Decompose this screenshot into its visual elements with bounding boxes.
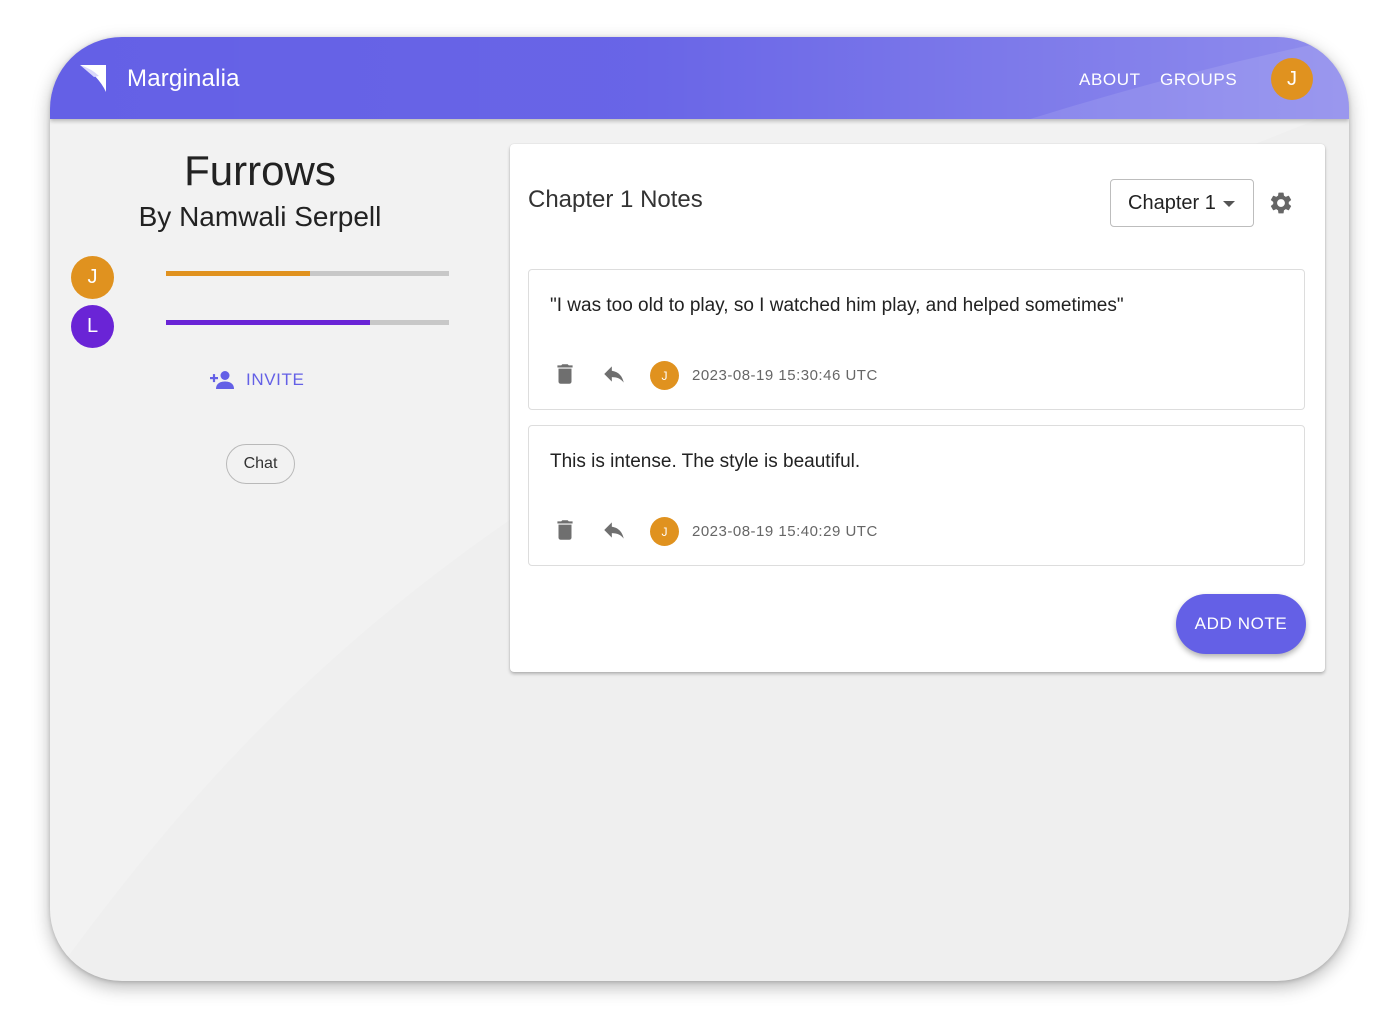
member-progress-fill [166,271,311,276]
member-avatar: J [71,256,114,299]
chevron-down-icon [1223,201,1235,207]
user-avatar[interactable]: J [1271,58,1313,100]
invite-button[interactable]: INVITE [210,370,304,390]
notes-panel: Chapter 1 Notes Chapter 1 "I was too old… [510,144,1325,672]
note-text: "I was too old to play, so I watched him… [550,295,1124,316]
member-progress-bar [166,271,449,276]
nav-groups-link[interactable]: GROUPS [1160,70,1237,90]
note-author-avatar: J [650,361,679,390]
app-window: Marginalia ABOUT GROUPS J Furrows By Nam… [50,37,1349,981]
trash-icon[interactable] [552,517,578,543]
note-card: This is intense. The style is beautiful.… [528,425,1305,566]
nav-about-link[interactable]: ABOUT [1079,70,1141,90]
note-timestamp: 2023-08-19 15:40:29 UTC [692,523,878,540]
reply-icon[interactable] [601,517,627,543]
member-progress-fill [166,320,370,325]
app-bar-shine [50,37,1349,119]
reply-icon[interactable] [601,361,627,387]
note-author-avatar: J [650,517,679,546]
chat-button[interactable]: Chat [226,444,295,484]
app-bar: Marginalia ABOUT GROUPS J [50,37,1349,119]
marginalia-logo-icon[interactable] [78,63,108,93]
chapter-select[interactable]: Chapter 1 [1110,179,1254,227]
add-note-button[interactable]: ADD NOTE [1176,594,1306,654]
gear-icon[interactable] [1268,190,1294,216]
note-timestamp: 2023-08-19 15:30:46 UTC [692,367,878,384]
member-progress-bar [166,320,449,325]
book-title: Furrows [184,147,336,194]
member-avatar: L [71,305,114,348]
trash-icon[interactable] [552,361,578,387]
note-card: "I was too old to play, so I watched him… [528,269,1305,410]
invite-label: INVITE [246,370,305,389]
note-text: This is intense. The style is beautiful. [550,451,861,472]
panel-title: Chapter 1 Notes [528,186,703,213]
book-author: By Namwali Serpell [138,201,382,232]
person-add-icon [210,371,234,389]
brand-name[interactable]: Marginalia [127,65,240,93]
chapter-select-value: Chapter 1 [1128,191,1216,214]
